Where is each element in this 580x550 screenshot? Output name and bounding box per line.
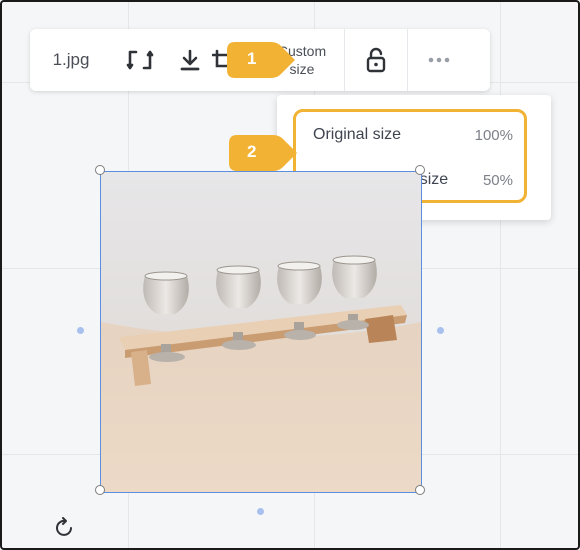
callout-number: 1	[247, 49, 257, 68]
more-icon	[428, 57, 450, 63]
selected-image[interactable]	[100, 171, 422, 493]
download-icon	[180, 49, 200, 71]
resize-handle-left[interactable]	[77, 327, 84, 334]
callout-number: 2	[247, 142, 257, 161]
file-name-label: 1.jpg	[52, 50, 90, 69]
option-percent: 100%	[474, 126, 513, 144]
download-button[interactable]	[168, 29, 212, 91]
size-option-original[interactable]: Original size 100%	[313, 120, 513, 150]
resize-handle-top-right[interactable]	[415, 165, 425, 175]
flip-button[interactable]	[112, 29, 168, 91]
resize-handle-bottom-left[interactable]	[95, 485, 105, 495]
option-label: Original size	[313, 126, 402, 143]
callout-2: 2	[227, 133, 299, 173]
more-options-button[interactable]	[408, 29, 470, 91]
resize-handle-top-left[interactable]	[95, 165, 105, 175]
rotate-icon[interactable]	[54, 517, 76, 539]
callout-1: 1	[225, 40, 297, 80]
product-photo	[101, 172, 421, 492]
resize-handle-bottom-right[interactable]	[415, 485, 425, 495]
option-percent: 50%	[482, 171, 513, 189]
lock-open-icon	[366, 47, 386, 73]
resize-handle-right[interactable]	[437, 327, 444, 334]
resize-handle-bottom[interactable]	[257, 508, 264, 515]
lock-button[interactable]	[345, 29, 407, 91]
canvas[interactable]: 1.jpg Custom size Original size 100% siz…	[0, 0, 580, 550]
flip-icon	[126, 50, 154, 70]
